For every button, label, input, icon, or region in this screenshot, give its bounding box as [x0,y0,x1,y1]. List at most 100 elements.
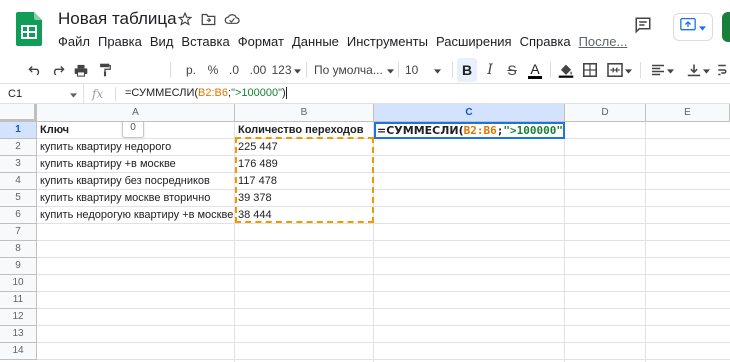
menu-data[interactable]: Данные [292,34,339,52]
menu-tools[interactable]: Инструменты [347,34,428,52]
row-header-5[interactable]: 5 [0,190,37,207]
menu-format[interactable]: Формат [238,34,284,52]
menu-edit[interactable]: Правка [98,34,142,52]
text-color-button[interactable]: A [525,58,545,82]
gridline [37,240,730,241]
print-icon[interactable] [72,58,90,82]
column-header-d[interactable]: D [565,104,646,122]
row-header-13[interactable]: 13 [0,326,37,343]
chevron-down-icon [624,63,632,77]
select-all-corner[interactable] [0,104,37,122]
active-cell-editor[interactable]: =СУММЕСЛИ(B2:B6;">100000") [374,122,565,139]
bold-button[interactable]: B [457,58,477,82]
redo-icon[interactable] [49,58,67,82]
menu-extensions[interactable]: Расширения [436,34,512,52]
strikethrough-button[interactable]: S [503,58,521,82]
cell-b4[interactable]: 117 478 [235,173,373,189]
cell-a5[interactable]: купить квартиру москве вторично [37,190,234,206]
name-box-value: C1 [8,88,23,100]
font-family-select[interactable]: По умолча... [314,58,394,82]
row-header-10[interactable]: 10 [0,275,37,292]
document-title[interactable]: Новая таблица [58,9,177,29]
cell-formula-suffix: ) [563,124,564,137]
gridline [37,308,730,309]
gridline [37,359,730,360]
row-header-6[interactable]: 6 [0,207,37,224]
last-edit-link[interactable]: После... [579,34,628,52]
menu-view[interactable]: Вид [150,34,174,52]
cell-b3[interactable]: 176 489 [235,156,373,172]
percent-format-button[interactable]: % [205,58,221,82]
row-header-2[interactable]: 2 [0,139,37,156]
increase-decimal-button[interactable]: .00 [248,58,268,82]
cloud-status-icon[interactable] [222,9,242,29]
toolbar: 0 р. % .0 .00 123 По умолча... 10 B I S … [0,56,730,138]
cell-a3[interactable]: купить квартиру +в москве [37,156,234,172]
row-header-7[interactable]: 7 [0,224,37,241]
column-header-a[interactable]: A [37,104,235,122]
cell-a6[interactable]: купить недорогую квартиру +в москве [37,207,234,223]
borders-icon[interactable] [580,58,600,82]
gridline [37,257,730,258]
row-header-1[interactable]: 1 [0,122,37,139]
column-header-e[interactable]: E [646,104,730,122]
fill-color-icon[interactable] [556,58,576,82]
chevron-down-icon [702,63,710,77]
star-icon[interactable] [175,9,195,29]
row-header-11[interactable]: 11 [0,292,37,309]
vertical-align-icon[interactable] [683,58,713,82]
cell-formula-string: ">100000" [503,124,563,137]
merge-cells-icon[interactable] [604,58,634,82]
menu-help[interactable]: Справка [520,34,571,52]
gridline [37,274,730,275]
font-size-select[interactable]: 10 [405,58,447,82]
row-header-12[interactable]: 12 [0,309,37,326]
sheets-logo-icon[interactable] [16,12,42,46]
gridline [564,122,565,362]
row-header-9[interactable]: 9 [0,258,37,275]
paint-format-icon[interactable] [96,58,114,82]
comments-icon[interactable] [630,12,656,38]
present-button[interactable] [673,13,713,41]
cell-b6[interactable]: 38 444 [235,207,373,223]
text-wrap-icon[interactable] [716,58,728,82]
column-header-b[interactable]: B [235,104,374,122]
present-icon [680,18,696,36]
decrease-decimal-button[interactable]: .0 [226,58,242,82]
share-button[interactable] [722,12,730,42]
gridline [37,325,730,326]
formula-input[interactable]: =СУММЕСЛИ(B2:B6;">100000") [125,87,287,100]
gridline [645,122,646,362]
cell-a4[interactable]: купить квартиру без посредников [37,173,234,189]
italic-button[interactable]: I [481,58,499,82]
more-formats-button[interactable]: 123 [271,58,301,82]
horizontal-align-icon[interactable] [647,58,677,82]
decrease-decimal-label: .0 [228,63,239,77]
gridline [37,342,730,343]
column-header-c[interactable]: C [374,104,565,122]
row-header-14[interactable]: 14 [0,343,37,360]
spreadsheet-grid[interactable]: A B C D E 1 2 3 4 5 6 7 8 9 10 11 12 13 … [0,104,730,362]
row-header-3[interactable]: 3 [0,156,37,173]
cell-a2[interactable]: купить квартиру недорого [37,139,234,155]
italic-icon: I [487,62,493,78]
menu-insert[interactable]: Вставка [181,34,229,52]
currency-format-button[interactable]: р. [181,58,201,82]
text-cursor [285,87,287,100]
chevron-down-icon [293,63,301,77]
cell-a1[interactable]: Ключ [37,122,234,138]
chevron-down-icon [434,63,442,77]
cell-b1[interactable]: Количество переходов [235,122,373,138]
app-header: Новая таблица Файл Правка Вид Вставка Фо… [0,0,730,56]
move-folder-icon[interactable] [198,9,218,29]
name-box[interactable]: C1 [0,84,84,104]
toolbar-divider [550,62,551,78]
cell-b5[interactable]: 39 378 [235,190,373,206]
text-color-swatch [528,75,542,79]
undo-icon[interactable] [26,58,44,82]
gridline [373,122,374,362]
cell-b2[interactable]: 225 447 [235,139,373,155]
row-header-8[interactable]: 8 [0,241,37,258]
menu-file[interactable]: Файл [58,34,90,52]
row-header-4[interactable]: 4 [0,173,37,190]
